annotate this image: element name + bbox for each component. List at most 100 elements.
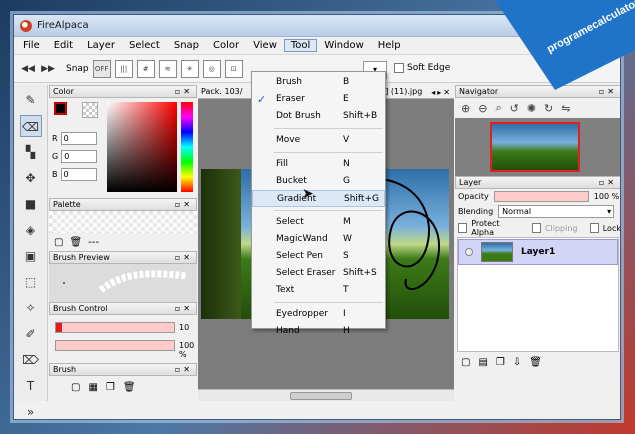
snap-grid-button[interactable]: # — [136, 59, 155, 78]
delete-layer-icon[interactable]: 🗑 — [529, 357, 542, 368]
menu-tool[interactable]: Tool — [283, 39, 318, 52]
menu-help[interactable]: Help — [371, 39, 408, 52]
next-icon[interactable]: ▶▶ — [40, 61, 56, 77]
menu-item-label: Dot Brush — [276, 111, 321, 121]
zoom-in-icon[interactable]: ⊕ — [461, 102, 470, 115]
select-tool-icon[interactable]: ⬚ — [20, 271, 42, 293]
expand-toolbox-icon[interactable]: » — [20, 401, 42, 419]
panel-controls-icon[interactable]: ▫✕ — [175, 86, 196, 97]
delete-brush-icon[interactable]: 🗑 — [123, 382, 136, 393]
rotate-left-icon[interactable]: ↺ — [510, 102, 519, 115]
new-folder-icon[interactable]: ▤ — [478, 357, 487, 368]
menu-item-shortcut: T — [343, 285, 349, 295]
zoom-out-icon[interactable]: ⊖ — [478, 102, 487, 115]
panel-controls-icon[interactable]: ▫✕ — [175, 199, 196, 210]
zoom-fit-icon[interactable]: ⌕ — [495, 101, 501, 115]
select-pen-tool-icon[interactable]: ✐ — [20, 323, 42, 345]
scrollbar-thumb[interactable] — [290, 392, 352, 400]
panel-controls-icon[interactable]: ▫✕ — [599, 177, 620, 188]
snap-circle-button[interactable]: ◎ — [202, 59, 221, 78]
horizontal-scrollbar[interactable] — [198, 389, 454, 401]
red-input[interactable]: 0 — [60, 132, 97, 145]
snap-parallel-button[interactable]: ||| — [114, 59, 133, 78]
menu-item-shortcut: B — [343, 77, 350, 87]
menu-view[interactable]: View — [246, 39, 284, 52]
panel-controls-icon[interactable]: ▫✕ — [175, 364, 196, 375]
tool-menu-item-brush[interactable]: Brush B — [252, 74, 385, 91]
snap-off-button[interactable]: OFF — [92, 59, 111, 78]
tool-menu-item-magicwand[interactable]: MagicWand W — [252, 231, 385, 248]
tool-menu-item-eyedropper[interactable]: Eyedropper I — [252, 306, 385, 323]
hue-slider[interactable] — [181, 102, 193, 192]
snap-curve-button[interactable]: ≋ — [158, 59, 177, 78]
layer-row[interactable]: Layer1 — [458, 239, 618, 265]
tool-menu-item-select[interactable]: Select M — [252, 214, 385, 231]
navigator-thumbnail[interactable] — [490, 122, 580, 172]
green-input[interactable]: 0 — [61, 150, 98, 163]
panel-controls-icon[interactable]: ▫✕ — [175, 303, 196, 314]
palette-panel-header: Palette ▫✕ — [49, 198, 197, 211]
lock-checkbox[interactable] — [589, 223, 599, 233]
blue-input[interactable]: 0 — [60, 168, 97, 181]
tool-menu-item-gradient[interactable]: Gradient Shift+G — [252, 190, 385, 207]
eraser-tool-icon[interactable]: ⌫ — [19, 115, 42, 137]
tool-menu-item-select-pen[interactable]: Select Pen S — [252, 248, 385, 265]
tool-menu-item-text[interactable]: Text T — [252, 282, 385, 299]
tool-menu-item-hand[interactable]: Hand H — [252, 323, 385, 340]
tool-menu-item-select-eraser[interactable]: Select Eraser Shift+S — [252, 265, 385, 282]
tool-menu-item-dot-brush[interactable]: Dot Brush Shift+B — [252, 108, 385, 125]
visibility-toggle-icon[interactable] — [465, 248, 473, 256]
dot-brush-tool-icon[interactable]: ▚ — [20, 141, 42, 163]
tool-menu-item-bucket[interactable]: Bucket G — [252, 173, 385, 190]
duplicate-layer-icon[interactable]: ❐ — [496, 357, 505, 368]
new-brush-icon[interactable]: ▢ — [71, 382, 80, 393]
menu-edit[interactable]: Edit — [47, 39, 80, 52]
saturation-value-picker[interactable] — [107, 102, 177, 192]
prev-icon[interactable]: ◀◀ — [20, 61, 36, 77]
panel-controls-icon[interactable]: ▫✕ — [175, 252, 196, 263]
menu-select[interactable]: Select — [122, 39, 167, 52]
merge-layer-icon[interactable]: ⇩ — [513, 357, 521, 368]
duplicate-brush-icon[interactable]: ❐ — [106, 382, 115, 393]
brush-preview-header: Brush Preview ▫✕ — [49, 251, 197, 264]
brush-tip-preview — [63, 282, 65, 284]
fill-tool-icon[interactable]: ■ — [20, 193, 42, 215]
text-tool-icon[interactable]: T — [20, 375, 42, 397]
flip-icon[interactable]: ⇋ — [561, 102, 570, 115]
layer-opacity-slider[interactable] — [493, 191, 589, 202]
menu-window[interactable]: Window — [317, 39, 370, 52]
menu-file[interactable]: File — [16, 39, 47, 52]
magic-wand-tool-icon[interactable]: ✧ — [20, 297, 42, 319]
blending-mode-select[interactable]: Normal — [498, 205, 615, 218]
rotate-right-icon[interactable]: ↻ — [544, 102, 553, 115]
snap-radial-button[interactable]: ✳ — [180, 59, 199, 78]
brush-size-slider[interactable] — [55, 322, 175, 333]
tool-menu-item-move[interactable]: Move V — [252, 132, 385, 149]
tool-menu-item-fill[interactable]: Fill N — [252, 156, 385, 173]
navigator-preview[interactable] — [455, 118, 620, 176]
brush-opacity-slider[interactable] — [55, 340, 175, 351]
select-eraser-tool-icon[interactable]: ⌦ — [20, 349, 42, 371]
new-layer-icon[interactable]: ▢ — [461, 357, 470, 368]
brush-tool-icon[interactable]: ✎ — [20, 89, 42, 111]
new-palette-icon[interactable]: ▢ — [54, 237, 63, 248]
transparent-color-swatch[interactable] — [82, 102, 98, 118]
palette-panel[interactable]: ▢ 🗑 --- — [49, 211, 197, 251]
bucket-tool-icon[interactable]: ◈ — [20, 219, 42, 241]
menu-snap[interactable]: Snap — [167, 39, 206, 52]
move-tool-icon[interactable]: ✥ — [20, 167, 42, 189]
gradient-tool-icon[interactable]: ▣ — [20, 245, 42, 267]
tool-menu-item-eraser[interactable]: ✓ Eraser E — [252, 91, 385, 108]
menu-color[interactable]: Color — [206, 39, 246, 52]
edit-brush-icon[interactable]: ▦ — [88, 382, 97, 393]
soft-edge-checkbox[interactable] — [394, 63, 404, 73]
left-panels: Color ▫✕ R 0 G 0 B 0 Palette ▫✕ ▢ 🗑 --- … — [49, 85, 197, 401]
clipping-checkbox[interactable] — [531, 223, 541, 233]
layer-options-row: Protect Alpha Clipping Lock — [455, 219, 620, 237]
delete-palette-icon[interactable]: 🗑 — [69, 237, 82, 248]
protect-alpha-checkbox[interactable] — [458, 223, 468, 233]
menu-layer[interactable]: Layer — [80, 39, 122, 52]
snap-vanish-button[interactable]: ⊡ — [224, 59, 243, 78]
foreground-color-swatch[interactable] — [54, 102, 67, 115]
reset-rotation-icon[interactable]: ✺ — [527, 102, 536, 115]
